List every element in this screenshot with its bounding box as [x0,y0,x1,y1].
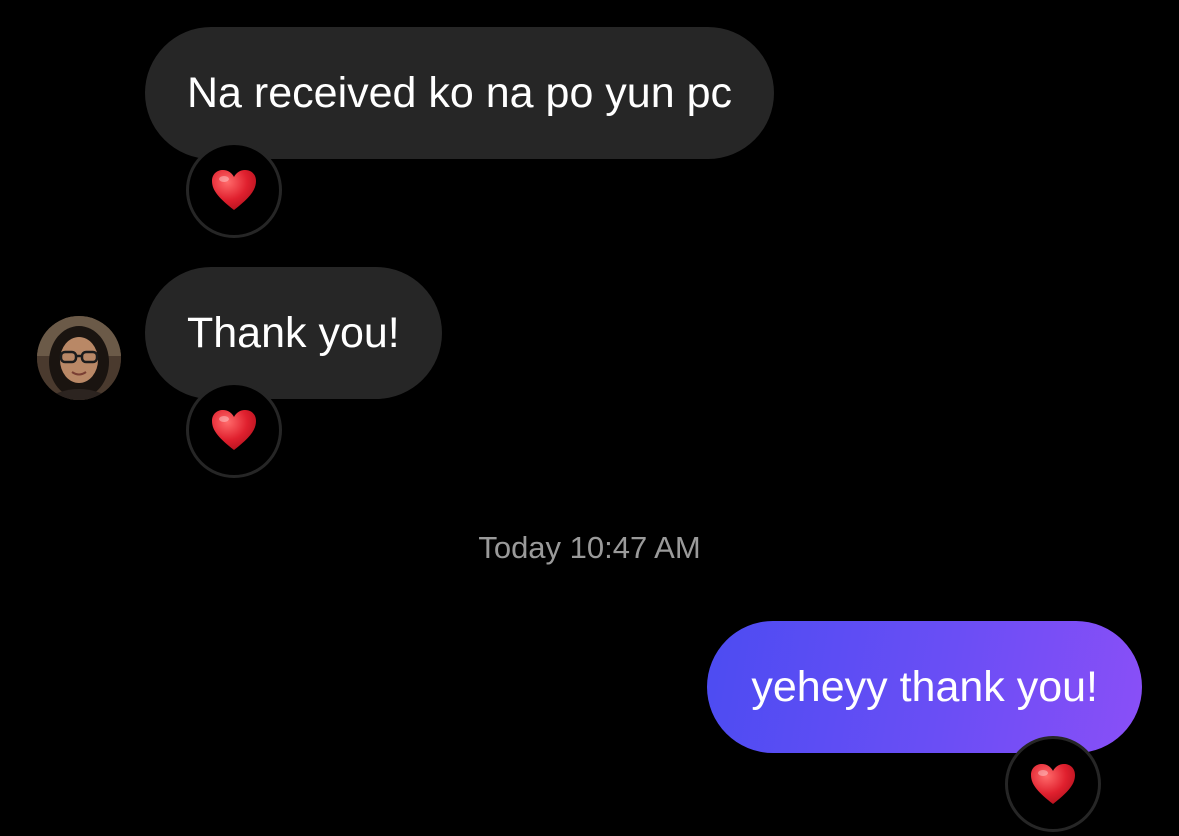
message-bubble-outgoing[interactable]: yeheyy thank you! [707,621,1142,753]
timestamp: Today 10:47 AM [478,530,701,565]
message-text: Na received ko na po yun pc [187,68,732,117]
reaction-badge[interactable] [186,382,282,478]
reaction-badge[interactable] [1005,736,1101,832]
message-text: Thank you! [187,308,400,357]
reaction-badge[interactable] [186,142,282,238]
heart-icon [1031,764,1075,804]
profile-photo [37,316,121,400]
message-bubble-incoming[interactable]: Na received ko na po yun pc [145,27,774,159]
message-text: yeheyy thank you! [751,662,1098,711]
heart-icon [212,170,256,210]
heart-icon [212,410,256,450]
message-bubble-incoming[interactable]: Thank you! [145,267,442,399]
avatar[interactable] [37,316,121,400]
